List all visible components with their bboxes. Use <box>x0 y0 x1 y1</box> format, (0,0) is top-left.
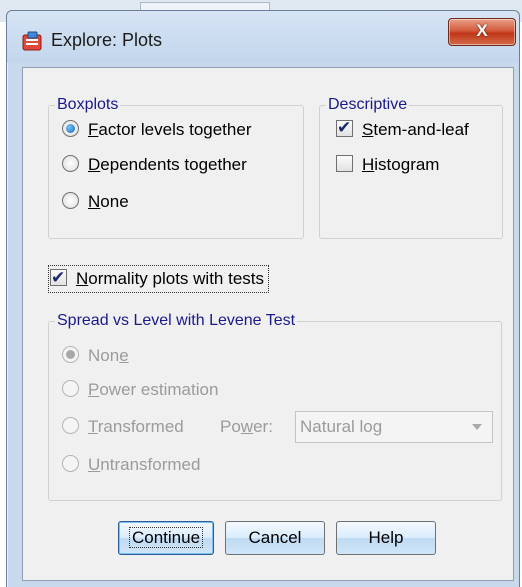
spread-vs-level-group: Spread vs Level with Levene Test None Po… <box>48 311 502 501</box>
checkbox-histogram[interactable]: Histogram <box>336 154 439 176</box>
cancel-button[interactable]: Cancel <box>225 521 325 555</box>
radio-indicator[interactable] <box>62 120 79 137</box>
dialog-title: Explore: Plots <box>51 30 163 50</box>
radio-indicator[interactable] <box>62 192 79 209</box>
checkbox-normality-plots[interactable]: Normality plots with tests <box>48 265 270 293</box>
continue-button[interactable]: Continue <box>118 521 214 555</box>
spread-vs-level-legend: Spread vs Level with Levene Test <box>55 311 298 331</box>
chevron-down-icon <box>472 424 482 430</box>
radio-power-estimation[interactable]: Power estimation <box>62 379 218 401</box>
radio-boxplots-none[interactable]: None <box>62 191 129 213</box>
radio-untransformed[interactable]: Untransformed <box>62 454 200 476</box>
radio-indicator[interactable] <box>62 155 79 172</box>
checkbox-indicator[interactable] <box>336 155 353 172</box>
explore-plots-dialog: Explore: Plots X Boxplots Factor levels … <box>6 10 520 587</box>
spss-app-icon <box>22 31 42 51</box>
descriptive-legend: Descriptive <box>326 95 410 115</box>
radio-indicator[interactable] <box>62 380 79 397</box>
checkbox-indicator[interactable] <box>336 117 353 139</box>
close-button[interactable]: X <box>448 18 516 46</box>
radio-dependents-together[interactable]: Dependents together <box>62 154 247 176</box>
power-select-value: Natural log <box>300 417 383 436</box>
boxplots-legend: Boxplots <box>55 95 121 115</box>
close-icon: X <box>476 21 488 40</box>
checkbox-stem-and-leaf[interactable]: Stem-and-leaf <box>336 117 469 141</box>
radio-indicator[interactable] <box>62 455 79 472</box>
help-button[interactable]: Help <box>336 521 436 555</box>
boxplots-group: Boxplots Factor levels together Dependen… <box>48 95 304 239</box>
title-bar[interactable]: Explore: Plots X <box>7 11 519 63</box>
dialog-client-area: Boxplots Factor levels together Dependen… <box>22 67 514 581</box>
descriptive-group: Descriptive Stem-and-leaf Histogram <box>319 95 503 239</box>
power-select[interactable]: Natural log <box>295 411 493 443</box>
radio-transformed[interactable]: Transformed <box>62 416 184 438</box>
power-label: Power: <box>220 417 273 436</box>
radio-spread-none[interactable]: None <box>62 345 129 367</box>
radio-indicator[interactable] <box>62 346 79 363</box>
radio-factor-levels-together[interactable]: Factor levels together <box>62 119 251 141</box>
checkbox-indicator[interactable] <box>50 266 67 290</box>
radio-indicator[interactable] <box>62 417 79 434</box>
